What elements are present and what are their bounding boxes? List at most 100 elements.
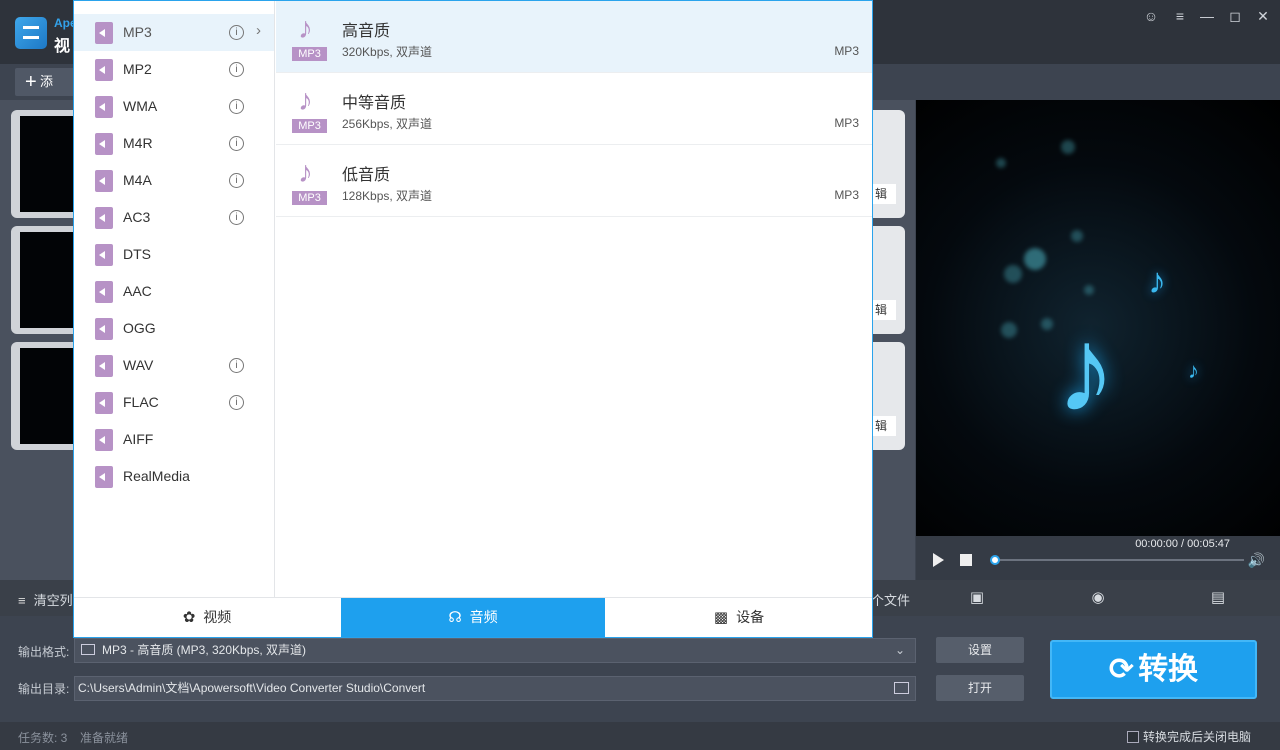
headphones-icon: ☊ (448, 609, 462, 626)
audio-file-icon (95, 318, 113, 340)
maximize-icon[interactable]: ◻ (1224, 6, 1246, 26)
format-item-m4r[interactable]: M4R i (74, 125, 274, 162)
preset-item[interactable]: ♪ MP3 中等音质 256Kbps, 双声道 MP3 (276, 73, 872, 145)
format-tabs: ✿ 视频 ☊ 音频 ▩ 设备 (74, 597, 872, 637)
playback-time: 00:00:00 / 00:05:47 (1135, 538, 1230, 550)
info-icon[interactable]: i (229, 173, 244, 188)
task-count: 任务数: 3 (18, 731, 68, 745)
music-note-icon: ♪ (298, 84, 313, 117)
tab-label: 视频 (203, 609, 232, 625)
preview-pane: ♪ ♪ ♪ (916, 100, 1280, 536)
format-item-ac3[interactable]: AC3 i (74, 199, 274, 236)
format-item-ogg[interactable]: OGG (74, 310, 274, 347)
format-item-mp2[interactable]: MP2 i (74, 51, 274, 88)
open-file-label: 个文件 (871, 593, 911, 608)
format-label: M4R (123, 135, 153, 151)
camera-icon[interactable]: ◉ (1088, 588, 1108, 608)
format-item-wav[interactable]: WAV i (74, 347, 274, 384)
preset-desc: 320Kbps, 双声道 (342, 45, 433, 59)
format-item-mp3[interactable]: MP3 i › (74, 14, 274, 51)
status-bar: 任务数: 3 准备就绪 转换完成后关闭电脑 (0, 722, 1280, 750)
output-dir-label: 输出目录: (18, 682, 70, 696)
play-icon[interactable] (933, 553, 944, 567)
volume-icon[interactable]: 🔊 (1248, 552, 1265, 569)
chevron-right-icon: › (256, 22, 261, 39)
player-controls: 00:00:00 / 00:05:47 🔊 (916, 536, 1280, 580)
output-format-select[interactable]: MP3 - 高音质 (MP3, 320Kbps, 双声道) ⌄ (74, 638, 916, 663)
info-icon[interactable]: i (229, 210, 244, 225)
audio-file-icon (95, 466, 113, 488)
mp3-file-icon: ♪ MP3 (292, 85, 327, 133)
mp3-file-icon: ♪ MP3 (292, 157, 327, 205)
mp3-file-icon: ♪ MP3 (292, 13, 327, 61)
user-icon[interactable]: ☺ (1140, 6, 1162, 26)
info-icon[interactable]: i (229, 358, 244, 373)
preset-desc: 256Kbps, 双声道 (342, 117, 433, 131)
preset-name: 高音质 (342, 23, 391, 40)
plus-icon: + (25, 71, 37, 93)
app-logo-icon (15, 17, 47, 49)
checkbox-icon[interactable] (1127, 731, 1139, 743)
format-item-aiff[interactable]: AIFF (74, 421, 274, 458)
info-icon[interactable]: i (229, 62, 244, 77)
folder-open-icon[interactable]: ▤ (1208, 588, 1228, 608)
format-label: FLAC (123, 394, 159, 410)
shutdown-label: 转换完成后关闭电脑 (1143, 730, 1252, 744)
preset-format: MP3 (834, 188, 859, 202)
output-format-value: MP3 - 高音质 (MP3, 320Kbps, 双声道) (102, 643, 307, 657)
format-label: M4A (123, 172, 152, 188)
format-item-dts[interactable]: DTS (74, 236, 274, 273)
format-label: AC3 (123, 209, 151, 225)
preset-item[interactable]: ♪ MP3 高音质 320Kbps, 双声道 MP3 (276, 1, 872, 73)
format-label: MP3 (123, 24, 152, 40)
format-item-m4a[interactable]: M4A i (74, 162, 274, 199)
audio-file-icon (95, 355, 113, 377)
format-item-wma[interactable]: WMA i (74, 88, 274, 125)
close-icon[interactable]: ✕ (1252, 6, 1274, 26)
browse-folder-icon[interactable] (894, 682, 909, 694)
tab-label: 设备 (736, 609, 765, 625)
tab-video[interactable]: ✿ 视频 (74, 598, 340, 637)
format-item-flac[interactable]: FLAC i (74, 384, 274, 421)
convert-button[interactable]: ⟳ 转换 (1050, 640, 1257, 699)
info-icon[interactable]: i (229, 136, 244, 151)
format-label: WMA (123, 98, 158, 114)
progress-knob[interactable] (990, 555, 1000, 565)
tab-device[interactable]: ▩ 设备 (606, 598, 872, 637)
stop-icon[interactable] (960, 554, 972, 566)
chevron-down-icon[interactable]: ⌄ (895, 639, 905, 662)
app-subtitle: 视 (54, 38, 71, 55)
info-icon[interactable]: i (229, 25, 244, 40)
preset-desc: 128Kbps, 双声道 (342, 189, 433, 203)
folder-icon (81, 644, 95, 655)
audio-file-icon (95, 281, 113, 303)
progress-slider[interactable] (990, 555, 1244, 565)
format-tag: MP3 (292, 47, 327, 61)
format-item-aac[interactable]: AAC (74, 273, 274, 310)
info-icon[interactable]: i (229, 99, 244, 114)
format-tag: MP3 (292, 191, 327, 205)
music-note-icon: ♪ (1148, 260, 1166, 301)
film-reel-icon: ✿ (182, 609, 196, 626)
format-label: RealMedia (123, 468, 190, 484)
preset-item[interactable]: ♪ MP3 低音质 128Kbps, 双声道 MP3 (276, 145, 872, 217)
open-folder-button[interactable]: 打开 (936, 675, 1024, 701)
fullscreen-icon[interactable]: ▣ (967, 588, 987, 608)
preset-format: MP3 (834, 116, 859, 130)
audio-file-icon (95, 244, 113, 266)
format-label: AIFF (123, 431, 154, 447)
audio-file-icon (95, 429, 113, 451)
status-text: 准备就绪 (80, 731, 129, 745)
audio-file-icon (95, 207, 113, 229)
info-icon[interactable]: i (229, 395, 244, 410)
format-label: MP2 (123, 61, 152, 77)
shutdown-checkbox[interactable]: 转换完成后关闭电脑 (1127, 728, 1251, 745)
clear-list-button[interactable]: ≡ 清空列 (18, 590, 73, 609)
format-item-realmedia[interactable]: RealMedia (74, 458, 274, 495)
menu-icon[interactable]: ≡ (1169, 6, 1191, 26)
settings-button[interactable]: 设置 (936, 637, 1024, 663)
tab-audio[interactable]: ☊ 音频 (341, 598, 605, 637)
format-label: AAC (123, 283, 152, 299)
minimize-icon[interactable]: — (1196, 6, 1218, 26)
output-dir-field[interactable]: C:\Users\Admin\文档\Apowersoft\Video Conve… (74, 676, 916, 701)
